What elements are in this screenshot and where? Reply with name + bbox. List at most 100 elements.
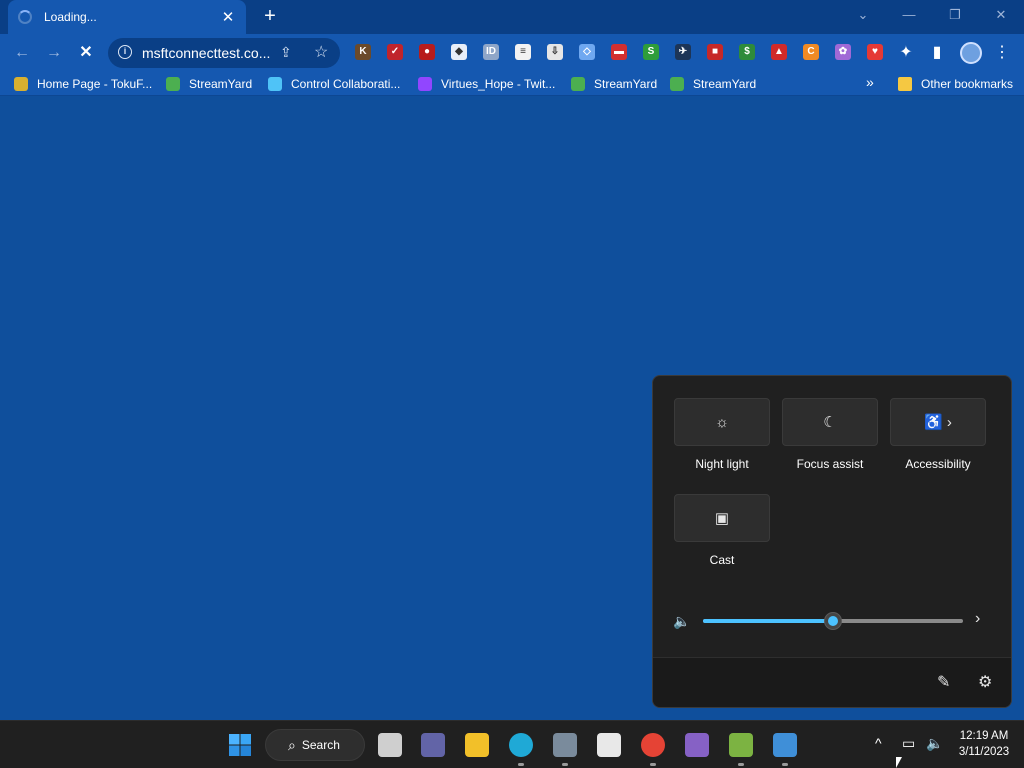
orange-badge-extension-icon[interactable]: C [803, 44, 819, 60]
site-info-icon[interactable]: i [118, 45, 132, 59]
red-check-extension-icon[interactable]: ✓ [387, 44, 403, 60]
red-chat-extension-icon[interactable]: ▲ [771, 44, 787, 60]
speaker-icon[interactable]: 🔈 [673, 613, 690, 630]
quick-settings-panel: ☼ Night light ☾ Focus assist ♿ › Accessi… [652, 375, 1012, 708]
bookmarks-overflow-button[interactable]: » [866, 74, 874, 90]
mouse-cursor-icon [896, 757, 902, 768]
night-light-toggle[interactable]: ☼ [674, 398, 770, 446]
green-dollar-extension-icon[interactable]: $ [739, 44, 755, 60]
bookmark-item[interactable]: StreamYard [166, 76, 252, 92]
taskbar: ⌕ Search ^ ▭ 🔈 12:19 AM 3/11/2023 [0, 720, 1024, 768]
loading-spinner-icon [18, 10, 32, 24]
red-pill-extension-icon[interactable]: ▬ [611, 44, 627, 60]
taskbar-search[interactable]: ⌕ Search [265, 729, 365, 761]
quick-settings-footer: ✎ ⚙ [653, 657, 1011, 707]
cast-label: Cast [709, 553, 735, 567]
volume-slider[interactable] [703, 612, 963, 630]
tab-close-icon[interactable]: ✕ [220, 8, 236, 26]
bookmark-label: Control Collaborati... [291, 77, 401, 91]
side-panel-icon[interactable]: ▮ [926, 42, 948, 62]
stop-loading-button[interactable]: ✕ [74, 41, 98, 65]
red-logo-extension-icon[interactable]: ● [419, 44, 435, 60]
teams-chat-icon [421, 733, 445, 757]
taskbar-app-visual-studio[interactable] [682, 730, 712, 760]
close-window-button[interactable]: ✕ [978, 0, 1024, 30]
bookmark-item[interactable]: StreamYard [571, 76, 657, 92]
taskbar-app-edge[interactable] [506, 730, 536, 766]
taskbar-app-teams-chat[interactable] [418, 730, 448, 760]
ciel-extension-icon[interactable]: ≡ [515, 44, 531, 60]
visual-studio-icon [685, 733, 709, 757]
volume-slider-thumb[interactable] [824, 612, 842, 630]
system-clock[interactable]: 12:19 AM 3/11/2023 [950, 728, 1018, 760]
back-button[interactable]: ← [10, 41, 34, 65]
bookmark-favicon-icon [14, 77, 28, 91]
bookmark-favicon-icon [670, 77, 684, 91]
taskbar-app-chrome[interactable] [638, 730, 668, 766]
white-square-extension-icon[interactable]: ◆ [451, 44, 467, 60]
red-extension-icon[interactable]: ■ [707, 44, 723, 60]
other-bookmarks-folder[interactable]: Other bookmarks [898, 76, 1013, 92]
start-button[interactable] [225, 730, 255, 760]
bookmark-label: Virtues_Hope - Twit... [441, 77, 556, 91]
taskbar-app-file-explorer[interactable] [462, 730, 492, 760]
settings-gear-icon[interactable]: ⚙ [978, 672, 992, 692]
bookmark-item[interactable]: Control Collaborati... [268, 76, 400, 92]
tab-search-button[interactable]: ⌄ [840, 0, 886, 30]
share-icon[interactable]: ⇪ [280, 44, 292, 61]
running-indicator [650, 763, 656, 766]
running-indicator [562, 763, 568, 766]
edge-icon [509, 733, 533, 757]
windows-logo-icon [229, 734, 251, 756]
forward-button[interactable]: → [42, 41, 66, 65]
bookmark-item[interactable]: Home Page - TokuF... [14, 76, 152, 92]
game-icon [729, 733, 753, 757]
taskbar-app-microsoft-store[interactable] [594, 730, 624, 760]
microsoft-store-icon [597, 733, 621, 757]
search-label: Search [301, 738, 340, 752]
download-extension-icon[interactable]: ⇩ [547, 44, 563, 60]
focus-assist-label: Focus assist [796, 457, 864, 471]
extensions-puzzle-icon[interactable]: ✦ [895, 42, 917, 62]
id-extension-icon[interactable]: ID [483, 44, 499, 60]
bookmark-label: StreamYard [594, 77, 658, 91]
edit-pencil-icon[interactable]: ✎ [937, 672, 950, 692]
volume-tray-icon[interactable]: 🔈 [926, 735, 943, 752]
show-hidden-icons-chevron-icon[interactable]: ^ [875, 735, 882, 751]
dark-bird-extension-icon[interactable]: ✈ [675, 44, 691, 60]
roblox-extension-icon[interactable]: ◇ [579, 44, 595, 60]
profile-avatar[interactable] [960, 42, 982, 64]
bookmark-star-icon[interactable]: ☆ [314, 42, 328, 62]
url-text[interactable]: msftconnecttest.co... [142, 45, 270, 61]
tab-title: Loading... [44, 10, 97, 24]
green-circle-extension-icon[interactable]: S [643, 44, 659, 60]
running-indicator [518, 763, 524, 766]
bookmark-label: Home Page - TokuF... [37, 77, 153, 91]
new-tab-button[interactable]: + [258, 4, 282, 28]
search-icon: ⌕ [288, 736, 296, 753]
cast-button[interactable]: ▣ [674, 494, 770, 542]
file-explorer-icon [465, 733, 489, 757]
browser-menu-icon[interactable]: ⋮ [991, 42, 1013, 62]
taskbar-app-photos[interactable] [770, 730, 800, 766]
network-icon[interactable]: ▭ [902, 735, 915, 752]
browser-tab[interactable]: Loading... ✕ [8, 0, 246, 34]
bookmark-item[interactable]: Virtues_Hope - Twit... [418, 76, 555, 92]
focus-assist-toggle[interactable]: ☾ [782, 398, 878, 446]
clock-time: 12:19 AM [959, 730, 1009, 742]
red-heart-extension-icon[interactable]: ♥ [867, 44, 883, 60]
taskbar-app-game[interactable] [726, 730, 756, 766]
restore-button[interactable]: ❐ [932, 0, 978, 30]
k-extension-icon[interactable]: K [355, 44, 371, 60]
taskbar-app-task-view[interactable] [375, 730, 405, 760]
colorful-extension-icon[interactable]: ✿ [835, 44, 851, 60]
taskbar-app-settings[interactable] [550, 730, 580, 766]
accessibility-label: Accessibility [905, 457, 971, 471]
clock-date: 3/11/2023 [958, 746, 1010, 758]
accessibility-button[interactable]: ♿ › [890, 398, 986, 446]
address-bar[interactable]: i msftconnecttest.co... ⇪ ☆ [108, 38, 340, 68]
minimize-button[interactable]: — [886, 0, 932, 30]
bookmark-favicon-icon [418, 77, 432, 91]
bookmark-item[interactable]: StreamYard [670, 76, 756, 92]
volume-mixer-chevron-icon[interactable]: › [975, 610, 980, 628]
